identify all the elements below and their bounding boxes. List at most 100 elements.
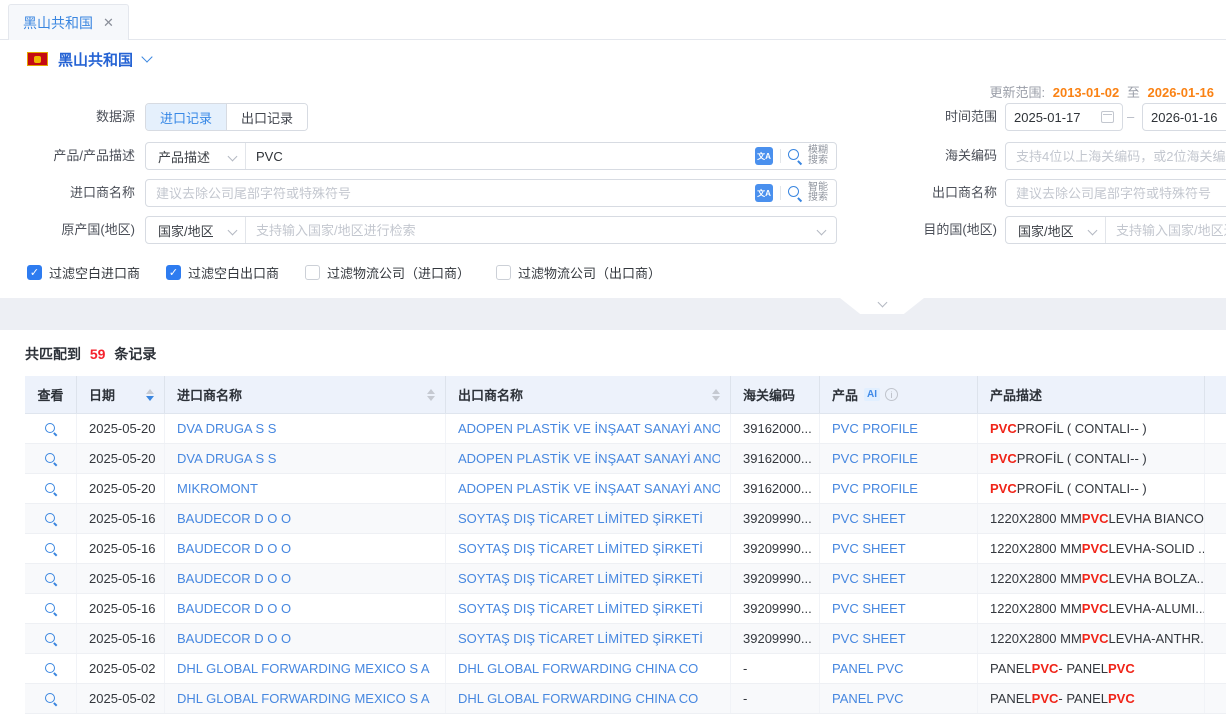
end-date-input[interactable] (1142, 103, 1226, 131)
exporter-link[interactable]: ADOPEN PLASTİK VE İNŞAAT SANAYİ ANO... (458, 421, 720, 436)
table-row: 2025-05-02DHL GLOBAL FORWARDING MEXICO S… (25, 654, 1226, 684)
importer-link[interactable]: DHL GLOBAL FORWARDING MEXICO S A (177, 691, 430, 706)
checkbox-unchecked-icon[interactable] (305, 265, 320, 280)
exporter-input[interactable] (1005, 179, 1226, 207)
exporter-link[interactable]: SOYTAŞ DIŞ TİCARET LİMİTED ŞİRKETİ (458, 631, 703, 646)
start-date-input[interactable] (1005, 103, 1123, 131)
start-date-value[interactable] (1014, 110, 1101, 125)
checkbox-checked-icon[interactable]: ✓ (166, 265, 181, 280)
exporter-link[interactable]: DHL GLOBAL FORWARDING CHINA CO (458, 661, 698, 676)
importer-link[interactable]: BAUDECOR D O O (177, 601, 291, 616)
origin-region-select[interactable]: 国家/地区 (146, 217, 246, 243)
product-link[interactable]: PVC SHEET (832, 631, 906, 646)
importer-link[interactable]: DVA DRUGA S S (177, 451, 276, 466)
product-link[interactable]: PVC SHEET (832, 541, 906, 556)
hs-code-input[interactable] (1005, 142, 1226, 170)
exporter-link[interactable]: SOYTAŞ DIŞ TİCARET LİMİTED ŞİRKETİ (458, 571, 703, 586)
view-record-button[interactable] (44, 632, 58, 646)
import-records-button[interactable]: 进口记录 (146, 104, 226, 130)
smart-search-label[interactable]: 智能 搜索 (808, 183, 828, 203)
results-table: 查看日期进口商名称出口商名称海关编码产品AIi产品描述 2025-05-20DV… (25, 376, 1226, 714)
importer-link[interactable]: MIKROMONT (177, 481, 258, 496)
filter-checkbox-0[interactable]: ✓过滤空白进口商 (27, 263, 140, 282)
smart-search-icon[interactable] (788, 186, 803, 201)
view-record-button[interactable] (44, 662, 58, 676)
chevron-down-icon[interactable] (817, 225, 827, 235)
match-count: 59 (90, 346, 106, 362)
destination-input[interactable] (1106, 217, 1226, 243)
view-record-button[interactable] (44, 452, 58, 466)
view-record-button[interactable] (44, 482, 58, 496)
product-link[interactable]: PANEL PVC (832, 691, 904, 706)
exporter-link[interactable]: SOYTAŞ DIŞ TİCARET LİMİTED ŞİRKETİ (458, 601, 703, 616)
view-record-button[interactable] (44, 542, 58, 556)
highlighted-keyword: PVC (990, 421, 1017, 436)
importer-link[interactable]: BAUDECOR D O O (177, 511, 291, 526)
view-record-button[interactable] (44, 692, 58, 706)
country-chevron-down-icon[interactable] (141, 51, 152, 62)
table-row: 2025-05-16BAUDECOR D O OSOYTAŞ DIŞ TİCAR… (25, 624, 1226, 654)
exporter-link[interactable]: DHL GLOBAL FORWARDING CHINA CO (458, 691, 698, 706)
view-cell (25, 414, 77, 443)
collapse-filters-button[interactable] (840, 298, 924, 314)
view-record-button[interactable] (44, 422, 58, 436)
product-input[interactable] (246, 143, 755, 169)
importer-link[interactable]: DVA DRUGA S S (177, 421, 276, 436)
origin-input[interactable] (246, 217, 814, 243)
view-record-button[interactable] (44, 572, 58, 586)
sort-control[interactable] (712, 389, 720, 401)
importer-link[interactable]: BAUDECOR D O O (177, 571, 291, 586)
importer-cell: BAUDECOR D O O (165, 594, 446, 623)
checkbox-unchecked-icon[interactable] (496, 265, 511, 280)
importer-link[interactable]: BAUDECOR D O O (177, 541, 291, 556)
sort-control[interactable] (146, 389, 154, 401)
exporter-link[interactable]: ADOPEN PLASTİK VE İNŞAAT SANAYİ ANO... (458, 451, 720, 466)
view-cell (25, 474, 77, 503)
table-header-cell-6: 产品描述 (978, 376, 1205, 413)
product-link[interactable]: PVC PROFILE (832, 421, 918, 436)
extra-cell (1205, 534, 1226, 563)
description-text: LEVHA-SOLID ... (1109, 541, 1205, 556)
tab-close-icon[interactable]: ✕ (103, 15, 114, 31)
end-date-value[interactable] (1151, 110, 1226, 125)
product-link[interactable]: PVC SHEET (832, 571, 906, 586)
importer-link[interactable]: BAUDECOR D O O (177, 631, 291, 646)
exporter-cell: ADOPEN PLASTİK VE İNŞAAT SANAYİ ANO... (446, 474, 731, 503)
fuzzy-search-icon[interactable] (788, 149, 803, 164)
checkbox-checked-icon[interactable]: ✓ (27, 265, 42, 280)
product-cell: PVC PROFILE (820, 414, 978, 443)
destination-region-select[interactable]: 国家/地区 (1006, 217, 1106, 243)
product-link[interactable]: PVC PROFILE (832, 451, 918, 466)
product-link[interactable]: PVC SHEET (832, 511, 906, 526)
extra-cell (1205, 594, 1226, 623)
translate-icon[interactable]: 文A (755, 147, 773, 165)
panel-gap (0, 298, 1226, 330)
checkbox-label: 过滤物流公司（进口商） (327, 263, 470, 282)
extra-cell (1205, 564, 1226, 593)
filter-checkbox-2[interactable]: 过滤物流公司（进口商） (305, 263, 470, 282)
exporter-link[interactable]: SOYTAŞ DIŞ TİCARET LİMİTED ŞİRKETİ (458, 511, 703, 526)
sort-control[interactable] (427, 389, 435, 401)
translate-icon[interactable]: 文A (755, 184, 773, 202)
description-text: 1220X2800 MM (990, 631, 1082, 646)
highlighted-keyword: PVC (1082, 631, 1109, 646)
origin-box: 国家/地区 (145, 216, 837, 244)
product-link[interactable]: PVC PROFILE (832, 481, 918, 496)
filter-checkbox-1[interactable]: ✓过滤空白出口商 (166, 263, 279, 282)
view-record-button[interactable] (44, 512, 58, 526)
product-link[interactable]: PANEL PVC (832, 661, 904, 676)
info-icon[interactable]: i (885, 388, 898, 401)
view-record-button[interactable] (44, 602, 58, 616)
product-link[interactable]: PVC SHEET (832, 601, 906, 616)
importer-link[interactable]: DHL GLOBAL FORWARDING MEXICO S A (177, 661, 430, 676)
tab-montenegro[interactable]: 黑山共和国 ✕ (8, 4, 129, 41)
product-field-select[interactable]: 产品描述 (146, 143, 246, 169)
column-label: 海关编码 (743, 385, 795, 404)
exporter-link[interactable]: SOYTAŞ DIŞ TİCARET LİMİTED ŞİRKETİ (458, 541, 703, 556)
calendar-icon[interactable] (1101, 111, 1114, 123)
export-records-button[interactable]: 出口记录 (226, 104, 307, 130)
filter-checkbox-3[interactable]: 过滤物流公司（出口商） (496, 263, 661, 282)
exporter-link[interactable]: ADOPEN PLASTİK VE İNŞAAT SANAYİ ANO... (458, 481, 720, 496)
importer-input[interactable] (146, 180, 755, 206)
fuzzy-search-label[interactable]: 模糊 搜索 (808, 146, 828, 166)
